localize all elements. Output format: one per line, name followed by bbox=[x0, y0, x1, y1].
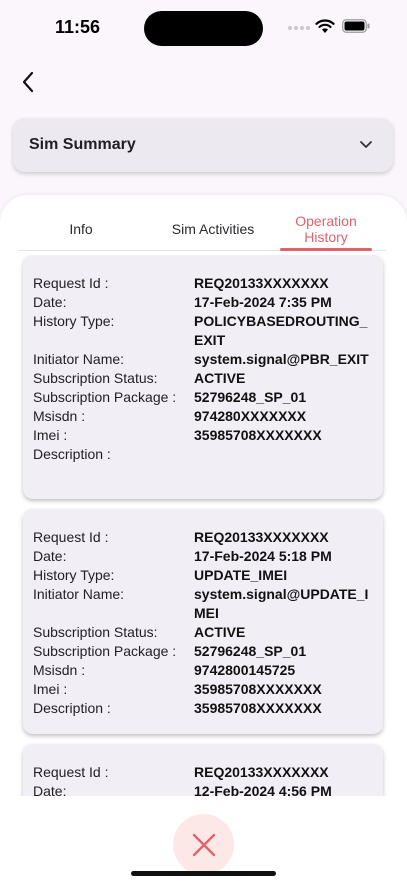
field-value: 17-Feb-2024 7:35 PM bbox=[194, 294, 332, 310]
request-id-row: Request Id : REQ20133XXXXXXX bbox=[23, 274, 383, 293]
field-value: 52796248_SP_01 bbox=[194, 389, 307, 405]
field-label: Msisdn : bbox=[33, 662, 86, 678]
field-label: Imei : bbox=[33, 681, 68, 697]
msisdn-row: Msisdn : 974280XXXXXXX bbox=[23, 407, 383, 426]
history-type-row: History Type: POLICYBASEDROUTING_EXIT bbox=[23, 312, 383, 350]
imei-row: Imei : 35985708XXXXXXX bbox=[23, 680, 383, 699]
history-list[interactable]: Request Id : REQ20133XXXXXXX Date: 17-Fe… bbox=[0, 255, 407, 796]
history-type-row: History Type: UPDATE_IMEI bbox=[23, 566, 383, 585]
field-value: REQ20133XXXXXXX bbox=[194, 529, 329, 545]
field-value: ACTIVE bbox=[194, 370, 246, 386]
field-label: Description : bbox=[33, 700, 111, 716]
field-label: Date: bbox=[33, 783, 67, 796]
history-card: Request Id : REQ20133XXXXXXX Date: 17-Fe… bbox=[23, 509, 383, 734]
field-label: Request Id : bbox=[33, 764, 109, 780]
field-label: Imei : bbox=[33, 427, 68, 443]
field-label: History Type: bbox=[33, 313, 115, 329]
tab-bar: Info Sim Activities Operation History bbox=[18, 207, 386, 251]
field-value: 12-Feb-2024 4:56 PM bbox=[194, 783, 332, 796]
tab-sim-activities[interactable]: Sim Activities bbox=[148, 207, 278, 251]
home-indicator bbox=[131, 871, 276, 876]
tab-operation-history[interactable]: Operation History bbox=[280, 207, 372, 251]
field-label: Description : bbox=[33, 446, 111, 462]
field-value: REQ20133XXXXXXX bbox=[194, 275, 329, 291]
sim-summary-title: Sim Summary bbox=[29, 136, 136, 153]
field-label: Subscription Status: bbox=[33, 624, 158, 640]
history-card: Request Id : REQ20133XXXXXXX Date: 12-Fe… bbox=[23, 744, 383, 796]
close-button[interactable] bbox=[173, 814, 234, 875]
field-value: 35985708XXXXXXX bbox=[194, 427, 322, 443]
subscription-package-row: Subscription Package : 52796248_SP_01 bbox=[23, 388, 383, 407]
field-label: Initiator Name: bbox=[33, 351, 125, 367]
field-label: Date: bbox=[33, 294, 67, 310]
field-label: Request Id : bbox=[33, 275, 109, 291]
date-row: Date: 17-Feb-2024 5:18 PM bbox=[23, 547, 383, 566]
field-value: REQ20133XXXXXXX bbox=[194, 764, 329, 780]
field-label: Subscription Package : bbox=[33, 389, 177, 405]
wifi-icon bbox=[315, 19, 335, 33]
battery-icon bbox=[342, 19, 370, 33]
field-value: 974280XXXXXXX bbox=[194, 408, 307, 424]
history-card: Request Id : REQ20133XXXXXXX Date: 17-Fe… bbox=[23, 255, 383, 499]
field-label: Date: bbox=[33, 548, 67, 564]
subscription-status-row: Subscription Status: ACTIVE bbox=[23, 369, 383, 388]
field-label: Initiator Name: bbox=[33, 586, 125, 602]
details-sheet: Info Sim Activities Operation History Re… bbox=[0, 195, 407, 883]
imei-row: Imei : 35985708XXXXXXX bbox=[23, 426, 383, 445]
request-id-row: Request Id : REQ20133XXXXXXX bbox=[23, 763, 383, 782]
initiator-name-row: Initiator Name: system.signal@PBR_EXIT bbox=[23, 350, 383, 369]
field-value: 35985708XXXXXXX bbox=[194, 700, 322, 716]
tab-info[interactable]: Info bbox=[48, 207, 114, 251]
field-label: History Type: bbox=[33, 567, 115, 583]
date-row: Date: 12-Feb-2024 4:56 PM bbox=[23, 782, 383, 796]
field-value bbox=[194, 445, 369, 464]
field-value: system.signal@PBR_EXIT bbox=[194, 351, 369, 367]
field-value: system.signal@UPDATE_IMEI bbox=[194, 586, 369, 621]
field-label: Subscription Package : bbox=[33, 643, 177, 659]
field-value: 17-Feb-2024 5:18 PM bbox=[194, 548, 332, 564]
status-time: 11:56 bbox=[55, 17, 101, 37]
sim-summary-dropdown[interactable]: Sim Summary bbox=[13, 118, 393, 172]
field-value: ACTIVE bbox=[194, 624, 246, 640]
chevron-left-icon bbox=[22, 71, 34, 93]
cellular-signal-icon bbox=[288, 26, 310, 30]
chevron-down-icon bbox=[360, 141, 372, 148]
close-icon bbox=[192, 833, 215, 856]
request-id-row: Request Id : REQ20133XXXXXXX bbox=[23, 528, 383, 547]
field-label: Subscription Status: bbox=[33, 370, 158, 386]
description-row: Description : 35985708XXXXXXX bbox=[23, 699, 383, 718]
date-row: Date: 17-Feb-2024 7:35 PM bbox=[23, 293, 383, 312]
active-tab-indicator bbox=[280, 248, 372, 251]
field-value: UPDATE_IMEI bbox=[194, 567, 288, 583]
msisdn-row: Msisdn : 9742800145725 bbox=[23, 661, 383, 680]
back-button[interactable] bbox=[14, 68, 42, 96]
initiator-name-row: Initiator Name: system.signal@UPDATE_IME… bbox=[23, 585, 383, 623]
field-value: 9742800145725 bbox=[194, 662, 296, 678]
field-value: 35985708XXXXXXX bbox=[194, 681, 322, 697]
description-row: Description : bbox=[23, 445, 383, 464]
dynamic-island bbox=[144, 11, 263, 46]
subscription-package-row: Subscription Package : 52796248_SP_01 bbox=[23, 642, 383, 661]
subscription-status-row: Subscription Status: ACTIVE bbox=[23, 623, 383, 642]
field-label: Msisdn : bbox=[33, 408, 86, 424]
field-label: Request Id : bbox=[33, 529, 109, 545]
field-value: POLICYBASEDROUTING_EXIT bbox=[194, 313, 368, 348]
field-value: 52796248_SP_01 bbox=[194, 643, 307, 659]
status-bar: 11:56 bbox=[0, 0, 407, 56]
